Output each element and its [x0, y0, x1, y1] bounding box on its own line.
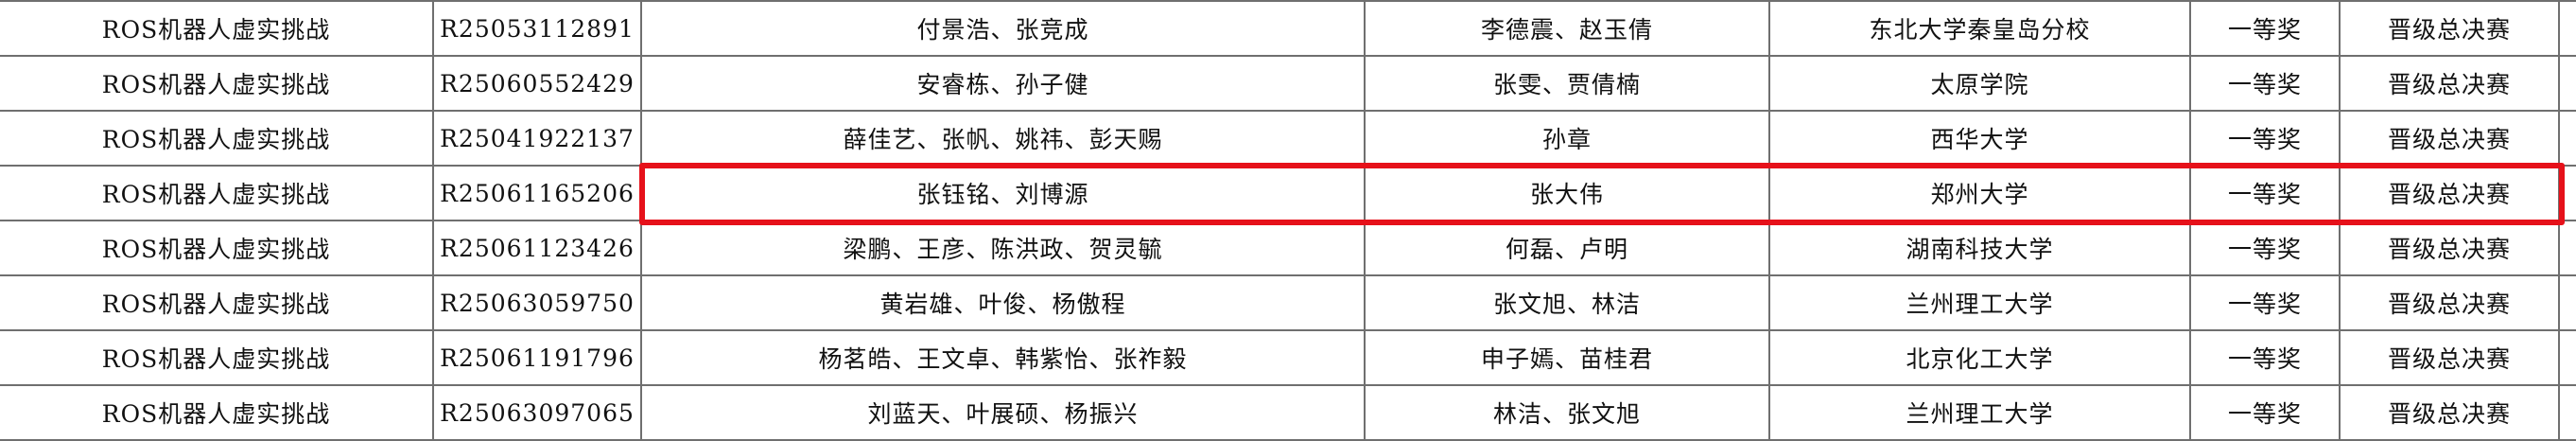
cell-status: 晋级总决赛	[2339, 56, 2559, 112]
cell-students: 杨茗皓、王文卓、韩紫怡、张祚毅	[640, 330, 1365, 386]
cell-code: R25041922137	[432, 111, 641, 167]
cell-code: R25061165206	[432, 166, 641, 221]
table-row: ROS机器人虚实挑战 R25061123426 梁鹏、王彦、陈洪政、贺灵毓 何磊、卢明…	[0, 220, 2576, 276]
cell-students: 安睿栋、孙子健	[640, 56, 1365, 112]
cell-track: ROS机器人虚实挑战	[0, 166, 433, 221]
cell-school: 北京化工大学	[1768, 330, 2190, 386]
results-table: ROS机器人虚实挑战 R25053112891 付景浩、张竞成 李德震、赵玉倩 东北大学…	[0, 0, 2576, 441]
cell-advisors: 张文旭、林洁	[1364, 275, 1769, 331]
cell-advisors: 何磊、卢明	[1364, 220, 1769, 276]
cell-track: ROS机器人虚实挑战	[0, 0, 433, 57]
cell-edge	[2558, 275, 2576, 331]
table-body: ROS机器人虚实挑战 R25053112891 付景浩、张竞成 李德震、赵玉倩 东北大学…	[0, 0, 2576, 441]
cell-advisors: 孙章	[1364, 111, 1769, 167]
cell-code: R25053112891	[432, 0, 641, 57]
cell-code: R25061123426	[432, 220, 641, 276]
table-row: ROS机器人虚实挑战 R25061165206 张钰铭、刘博源 张大伟 郑州大学 一等奖晋…	[0, 166, 2576, 221]
cell-school: 湖南科技大学	[1768, 220, 2190, 276]
cell-status: 晋级总决赛	[2339, 220, 2559, 276]
cell-edge	[2558, 56, 2576, 112]
cell-edge	[2558, 166, 2576, 221]
cell-edge	[2558, 111, 2576, 167]
cell-award: 一等奖	[2189, 166, 2340, 221]
cell-school: 东北大学秦皇岛分校	[1768, 0, 2190, 57]
cell-school: 兰州理工大学	[1768, 385, 2190, 441]
cell-edge	[2558, 0, 2576, 57]
cell-students: 薛佳艺、张帆、姚祎、彭天赐	[640, 111, 1365, 167]
cell-advisors: 申子嫣、苗桂君	[1364, 330, 1769, 386]
cell-status: 晋级总决赛	[2339, 275, 2559, 331]
cell-edge	[2558, 220, 2576, 276]
cell-code: R25060552429	[432, 56, 641, 112]
cell-code: R25063097065	[432, 385, 641, 441]
cell-advisors: 张雯、贾倩楠	[1364, 56, 1769, 112]
cell-track: ROS机器人虚实挑战	[0, 220, 433, 276]
cell-award: 一等奖	[2189, 111, 2340, 167]
cell-track: ROS机器人虚实挑战	[0, 56, 433, 112]
cell-edge	[2558, 330, 2576, 386]
cell-track: ROS机器人虚实挑战	[0, 111, 433, 167]
cell-school: 西华大学	[1768, 111, 2190, 167]
cell-students: 梁鹏、王彦、陈洪政、贺灵毓	[640, 220, 1365, 276]
cell-school: 兰州理工大学	[1768, 275, 2190, 331]
cell-track: ROS机器人虚实挑战	[0, 275, 433, 331]
cell-status: 晋级总决赛	[2339, 111, 2559, 167]
cell-award: 一等奖	[2189, 330, 2340, 386]
cell-advisors: 张大伟	[1364, 166, 1769, 221]
cell-advisors: 林洁、张文旭	[1364, 385, 1769, 441]
cell-track: ROS机器人虚实挑战	[0, 330, 433, 386]
cell-status: 晋级总决赛	[2339, 166, 2559, 221]
table-row: ROS机器人虚实挑战 R25041922137 薛佳艺、张帆、姚祎、彭天赐 孙章 西华大…	[0, 111, 2576, 167]
cell-award: 一等奖	[2189, 275, 2340, 331]
cell-award: 一等奖	[2189, 0, 2340, 57]
cell-award: 一等奖	[2189, 56, 2340, 112]
table-row: ROS机器人虚实挑战 R25061191796 杨茗皓、王文卓、韩紫怡、张祚毅 申子嫣…	[0, 330, 2576, 386]
cell-status: 晋级总决赛	[2339, 330, 2559, 386]
cell-status: 晋级总决赛	[2339, 385, 2559, 441]
cell-students: 黄岩雄、叶俊、杨傲程	[640, 275, 1365, 331]
table-row: ROS机器人虚实挑战 R25063097065 刘蓝天、叶展硕、杨振兴 林洁、张文旭兰…	[0, 385, 2576, 441]
cell-code: R25063059750	[432, 275, 641, 331]
cell-students: 刘蓝天、叶展硕、杨振兴	[640, 385, 1365, 441]
cell-students: 张钰铭、刘博源	[640, 166, 1365, 221]
cell-award: 一等奖	[2189, 220, 2340, 276]
table-row: ROS机器人虚实挑战 R25053112891 付景浩、张竞成 李德震、赵玉倩 东北大学…	[0, 0, 2576, 57]
table-row: ROS机器人虚实挑战 R25060552429 安睿栋、孙子健 张雯、贾倩楠 太原学院一…	[0, 56, 2576, 112]
cell-students: 付景浩、张竞成	[640, 0, 1365, 57]
table-row: ROS机器人虚实挑战 R25063059750 黄岩雄、叶俊、杨傲程 张文旭、林洁 兰州…	[0, 275, 2576, 331]
cell-status: 晋级总决赛	[2339, 0, 2559, 57]
cell-track: ROS机器人虚实挑战	[0, 385, 433, 441]
cell-edge	[2558, 385, 2576, 441]
cell-code: R25061191796	[432, 330, 641, 386]
cell-award: 一等奖	[2189, 385, 2340, 441]
cell-advisors: 李德震、赵玉倩	[1364, 0, 1769, 57]
cell-school: 郑州大学	[1768, 166, 2190, 221]
cell-school: 太原学院	[1768, 56, 2190, 112]
